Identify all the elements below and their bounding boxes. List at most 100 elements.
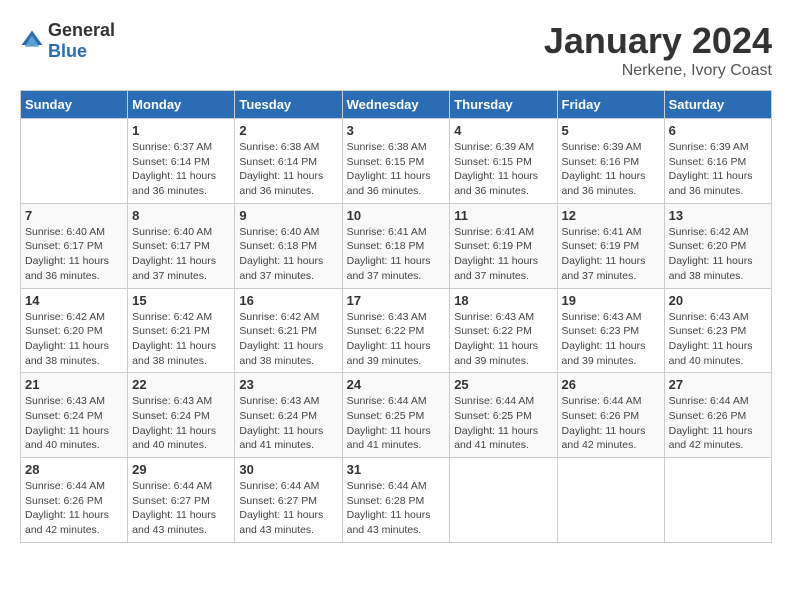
- calendar-week-row: 1 Sunrise: 6:37 AM Sunset: 6:14 PM Dayli…: [21, 119, 772, 204]
- calendar-cell: 4 Sunrise: 6:39 AM Sunset: 6:15 PM Dayli…: [450, 119, 557, 204]
- day-info: Sunrise: 6:42 AM Sunset: 6:20 PM Dayligh…: [25, 310, 123, 369]
- sunset-text: Sunset: 6:22 PM: [347, 324, 446, 339]
- sunrise-text: Sunrise: 6:44 AM: [239, 479, 337, 494]
- daylight-text: Daylight: 11 hours and 38 minutes.: [239, 339, 337, 368]
- calendar-cell: 3 Sunrise: 6:38 AM Sunset: 6:15 PM Dayli…: [342, 119, 450, 204]
- daylight-text: Daylight: 11 hours and 37 minutes.: [239, 254, 337, 283]
- day-number: 15: [132, 293, 230, 308]
- header-day: Thursday: [450, 91, 557, 119]
- sunrise-text: Sunrise: 6:43 AM: [669, 310, 767, 325]
- title-block: January 2024 Nerkene, Ivory Coast: [544, 20, 772, 80]
- sunset-text: Sunset: 6:28 PM: [347, 494, 446, 509]
- day-number: 1: [132, 123, 230, 138]
- daylight-text: Daylight: 11 hours and 38 minutes.: [669, 254, 767, 283]
- calendar-cell: [21, 119, 128, 204]
- daylight-text: Daylight: 11 hours and 42 minutes.: [25, 508, 123, 537]
- sunrise-text: Sunrise: 6:37 AM: [132, 140, 230, 155]
- day-info: Sunrise: 6:39 AM Sunset: 6:15 PM Dayligh…: [454, 140, 552, 199]
- day-number: 28: [25, 462, 123, 477]
- sunrise-text: Sunrise: 6:39 AM: [669, 140, 767, 155]
- calendar-cell: 2 Sunrise: 6:38 AM Sunset: 6:14 PM Dayli…: [235, 119, 342, 204]
- day-info: Sunrise: 6:44 AM Sunset: 6:27 PM Dayligh…: [132, 479, 230, 538]
- calendar-cell: 22 Sunrise: 6:43 AM Sunset: 6:24 PM Dayl…: [128, 373, 235, 458]
- calendar-cell: [450, 458, 557, 543]
- sunrise-text: Sunrise: 6:43 AM: [239, 394, 337, 409]
- daylight-text: Daylight: 11 hours and 36 minutes.: [132, 169, 230, 198]
- sunset-text: Sunset: 6:27 PM: [132, 494, 230, 509]
- day-info: Sunrise: 6:40 AM Sunset: 6:18 PM Dayligh…: [239, 225, 337, 284]
- sunrise-text: Sunrise: 6:44 AM: [562, 394, 660, 409]
- day-number: 19: [562, 293, 660, 308]
- day-number: 11: [454, 208, 552, 223]
- day-number: 20: [669, 293, 767, 308]
- day-number: 18: [454, 293, 552, 308]
- day-number: 4: [454, 123, 552, 138]
- day-number: 7: [25, 208, 123, 223]
- sunset-text: Sunset: 6:24 PM: [25, 409, 123, 424]
- logo-icon: [20, 29, 44, 53]
- day-number: 10: [347, 208, 446, 223]
- calendar-cell: 28 Sunrise: 6:44 AM Sunset: 6:26 PM Dayl…: [21, 458, 128, 543]
- calendar-cell: 5 Sunrise: 6:39 AM Sunset: 6:16 PM Dayli…: [557, 119, 664, 204]
- sunrise-text: Sunrise: 6:39 AM: [562, 140, 660, 155]
- daylight-text: Daylight: 11 hours and 37 minutes.: [562, 254, 660, 283]
- daylight-text: Daylight: 11 hours and 39 minutes.: [562, 339, 660, 368]
- calendar-cell: 24 Sunrise: 6:44 AM Sunset: 6:25 PM Dayl…: [342, 373, 450, 458]
- sunset-text: Sunset: 6:24 PM: [239, 409, 337, 424]
- sunset-text: Sunset: 6:25 PM: [347, 409, 446, 424]
- sunset-text: Sunset: 6:20 PM: [669, 239, 767, 254]
- sunset-text: Sunset: 6:14 PM: [132, 155, 230, 170]
- calendar-cell: 16 Sunrise: 6:42 AM Sunset: 6:21 PM Dayl…: [235, 288, 342, 373]
- day-number: 17: [347, 293, 446, 308]
- day-info: Sunrise: 6:44 AM Sunset: 6:26 PM Dayligh…: [669, 394, 767, 453]
- calendar-cell: 26 Sunrise: 6:44 AM Sunset: 6:26 PM Dayl…: [557, 373, 664, 458]
- sunrise-text: Sunrise: 6:40 AM: [132, 225, 230, 240]
- sunrise-text: Sunrise: 6:44 AM: [132, 479, 230, 494]
- day-info: Sunrise: 6:44 AM Sunset: 6:27 PM Dayligh…: [239, 479, 337, 538]
- day-number: 6: [669, 123, 767, 138]
- calendar-table: SundayMondayTuesdayWednesdayThursdayFrid…: [20, 90, 772, 543]
- sunrise-text: Sunrise: 6:42 AM: [669, 225, 767, 240]
- daylight-text: Daylight: 11 hours and 38 minutes.: [25, 339, 123, 368]
- sunset-text: Sunset: 6:15 PM: [347, 155, 446, 170]
- sunrise-text: Sunrise: 6:38 AM: [347, 140, 446, 155]
- day-info: Sunrise: 6:40 AM Sunset: 6:17 PM Dayligh…: [132, 225, 230, 284]
- sunrise-text: Sunrise: 6:42 AM: [25, 310, 123, 325]
- day-info: Sunrise: 6:44 AM Sunset: 6:26 PM Dayligh…: [25, 479, 123, 538]
- sunset-text: Sunset: 6:23 PM: [669, 324, 767, 339]
- day-info: Sunrise: 6:39 AM Sunset: 6:16 PM Dayligh…: [669, 140, 767, 199]
- day-info: Sunrise: 6:43 AM Sunset: 6:22 PM Dayligh…: [454, 310, 552, 369]
- sunrise-text: Sunrise: 6:43 AM: [562, 310, 660, 325]
- sunrise-text: Sunrise: 6:44 AM: [347, 479, 446, 494]
- sunset-text: Sunset: 6:27 PM: [239, 494, 337, 509]
- calendar-cell: 13 Sunrise: 6:42 AM Sunset: 6:20 PM Dayl…: [664, 203, 771, 288]
- sunrise-text: Sunrise: 6:43 AM: [454, 310, 552, 325]
- calendar-cell: 21 Sunrise: 6:43 AM Sunset: 6:24 PM Dayl…: [21, 373, 128, 458]
- day-number: 22: [132, 377, 230, 392]
- day-info: Sunrise: 6:44 AM Sunset: 6:26 PM Dayligh…: [562, 394, 660, 453]
- sunset-text: Sunset: 6:21 PM: [132, 324, 230, 339]
- calendar-cell: 25 Sunrise: 6:44 AM Sunset: 6:25 PM Dayl…: [450, 373, 557, 458]
- day-info: Sunrise: 6:38 AM Sunset: 6:15 PM Dayligh…: [347, 140, 446, 199]
- sunset-text: Sunset: 6:15 PM: [454, 155, 552, 170]
- calendar-cell: 20 Sunrise: 6:43 AM Sunset: 6:23 PM Dayl…: [664, 288, 771, 373]
- day-info: Sunrise: 6:43 AM Sunset: 6:23 PM Dayligh…: [669, 310, 767, 369]
- sunset-text: Sunset: 6:16 PM: [562, 155, 660, 170]
- day-number: 8: [132, 208, 230, 223]
- calendar-cell: 11 Sunrise: 6:41 AM Sunset: 6:19 PM Dayl…: [450, 203, 557, 288]
- daylight-text: Daylight: 11 hours and 39 minutes.: [347, 339, 446, 368]
- sunset-text: Sunset: 6:19 PM: [562, 239, 660, 254]
- calendar-cell: 10 Sunrise: 6:41 AM Sunset: 6:18 PM Dayl…: [342, 203, 450, 288]
- sunrise-text: Sunrise: 6:43 AM: [347, 310, 446, 325]
- header-day: Sunday: [21, 91, 128, 119]
- day-info: Sunrise: 6:40 AM Sunset: 6:17 PM Dayligh…: [25, 225, 123, 284]
- day-number: 13: [669, 208, 767, 223]
- header-day: Friday: [557, 91, 664, 119]
- day-number: 27: [669, 377, 767, 392]
- day-info: Sunrise: 6:42 AM Sunset: 6:21 PM Dayligh…: [239, 310, 337, 369]
- calendar-cell: 29 Sunrise: 6:44 AM Sunset: 6:27 PM Dayl…: [128, 458, 235, 543]
- calendar-cell: 17 Sunrise: 6:43 AM Sunset: 6:22 PM Dayl…: [342, 288, 450, 373]
- day-number: 21: [25, 377, 123, 392]
- calendar-cell: 27 Sunrise: 6:44 AM Sunset: 6:26 PM Dayl…: [664, 373, 771, 458]
- day-info: Sunrise: 6:44 AM Sunset: 6:25 PM Dayligh…: [347, 394, 446, 453]
